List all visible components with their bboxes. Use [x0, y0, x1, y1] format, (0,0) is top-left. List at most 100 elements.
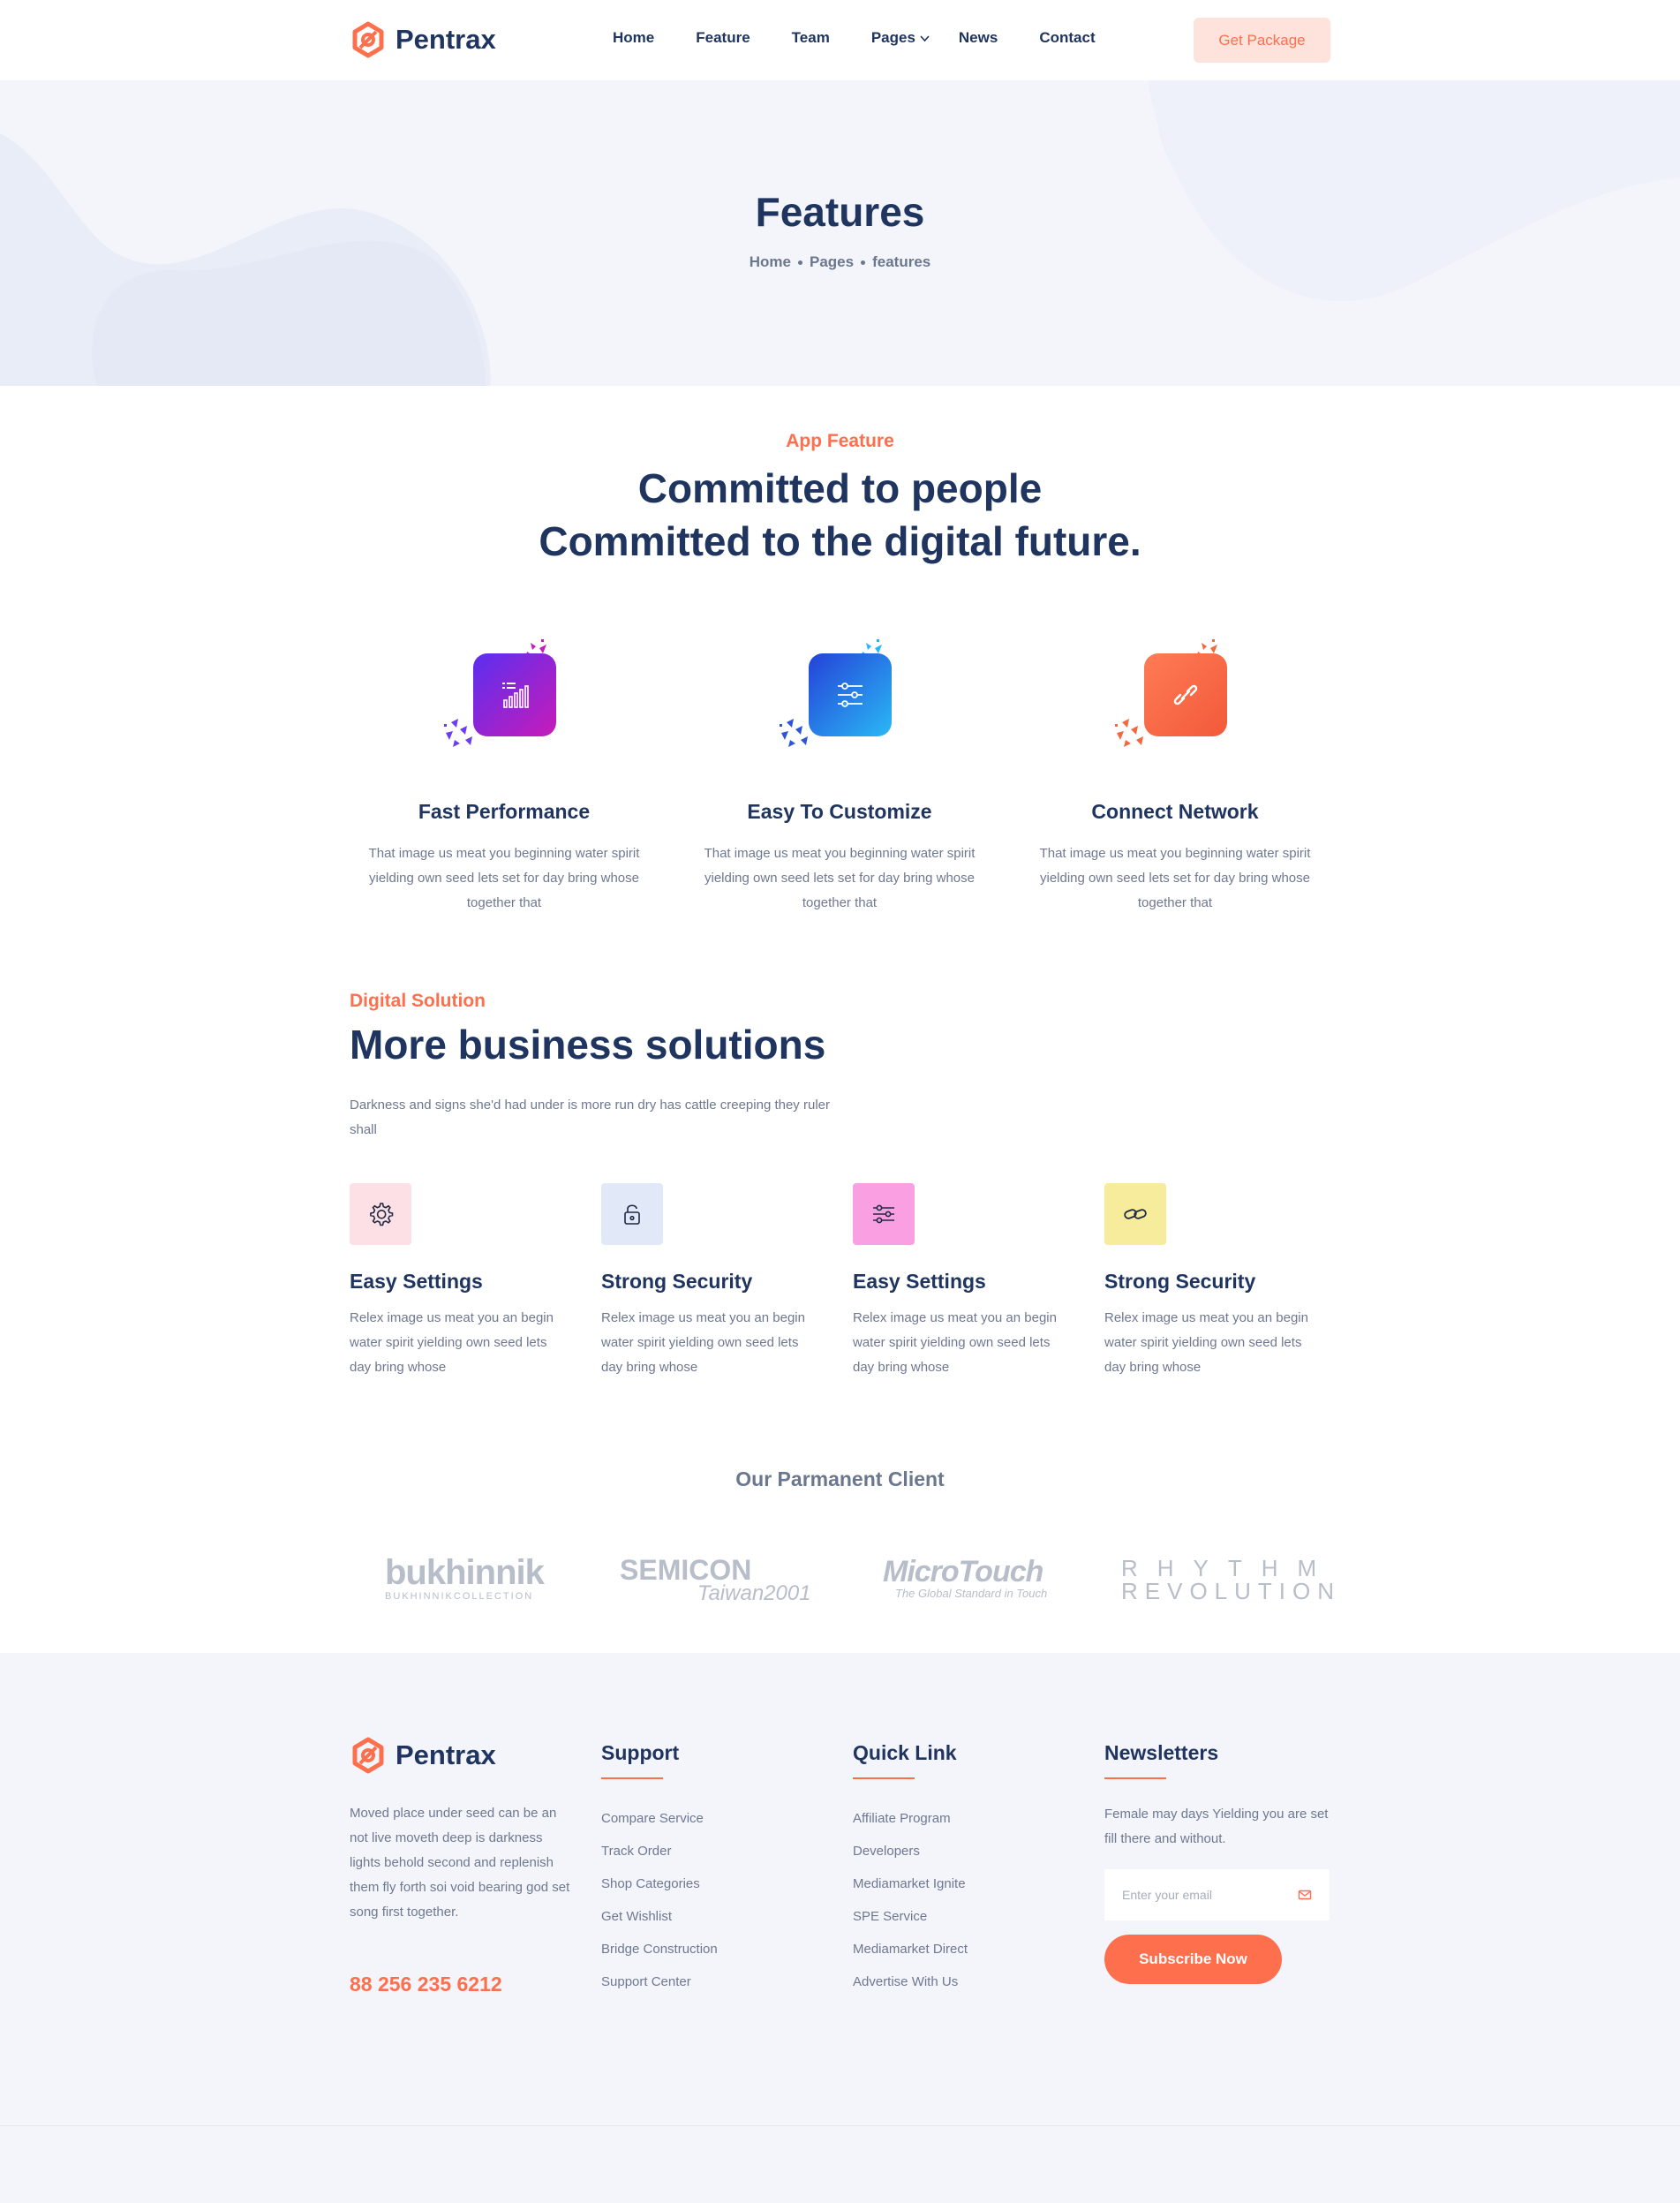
gear-icon: [370, 1203, 394, 1226]
logo-icon: [352, 1737, 384, 1774]
page-hero: Features Home Pages features: [0, 80, 1680, 386]
sliders-icon: [838, 683, 863, 707]
feature-icon-tile: [809, 653, 892, 736]
client-logo-rhythm[interactable]: RHYTHM REVOLUTION: [1121, 1557, 1341, 1603]
client-logo-microtouch[interactable]: MicroTouch The Global Standard in Touch: [883, 1557, 1047, 1600]
nav-news[interactable]: News: [959, 29, 998, 47]
get-package-button[interactable]: Get Package: [1194, 18, 1330, 63]
service-desc: Relex image us meat you an begin water s…: [1104, 1310, 1308, 1375]
footer-support-column: Support Compare Service Track Order Shop…: [601, 1741, 718, 1998]
feature-title: Easy To Customize: [747, 800, 932, 823]
footer-link[interactable]: Support Center: [601, 1965, 718, 1998]
site-footer: Pentrax Moved place under seed can be an…: [0, 1653, 1680, 2203]
client-logo-sub: Taiwan2001: [697, 1581, 811, 1605]
title-underline: [853, 1777, 915, 1779]
newsletter-email-placeholder: Enter your email: [1122, 1888, 1212, 1902]
service-card: Strong Security Relex image us meat you …: [601, 1183, 822, 1380]
client-logo-main: SEMICON: [620, 1554, 752, 1586]
footer-phone[interactable]: 88 256 235 6212: [350, 1973, 502, 1996]
footer-quick-link-column: Quick Link Affiliate Program Developers …: [853, 1741, 968, 1998]
client-logo-bukhinnik[interactable]: bukhinnik BUKHINNIKCOLLECTION: [385, 1553, 545, 1602]
client-logo-main: bukhinnik: [385, 1553, 545, 1592]
footer-link[interactable]: Bridge Construction: [601, 1933, 718, 1965]
service-desc: Relex image us meat you an begin water s…: [350, 1310, 554, 1375]
client-logo-sub: REVOLUTION: [1121, 1578, 1342, 1604]
footer-link[interactable]: Advertise With Us: [853, 1965, 968, 1998]
footer-link[interactable]: Compare Service: [601, 1802, 718, 1835]
chevron-down-icon: [920, 34, 930, 41]
service-icon-box: [601, 1183, 663, 1245]
service-icon-box: [1104, 1183, 1166, 1245]
feature-icon-tile: [1144, 653, 1227, 736]
service-desc: Relex image us meat you an begin water s…: [853, 1310, 1057, 1375]
nav-feature[interactable]: Feature: [696, 29, 750, 47]
footer-link[interactable]: Track Order: [601, 1835, 718, 1867]
app-feature-title-line2: Committed to the digital future.: [539, 518, 1141, 564]
feature-title: Fast Performance: [418, 800, 591, 823]
brand-name: Pentrax: [396, 24, 496, 55]
sliders-icon: [873, 1204, 894, 1224]
digital-solution-desc: Darkness and signs she'd had under is mo…: [350, 1098, 830, 1137]
app-feature-title-line1: Committed to people: [637, 465, 1043, 511]
footer-column-title: Newsletters: [1104, 1741, 1219, 1764]
page-title: Features: [755, 189, 925, 235]
nav-contact[interactable]: Contact: [1039, 29, 1095, 47]
breadcrumb-pages[interactable]: Pages: [810, 253, 854, 271]
link-icon: [1124, 1209, 1147, 1219]
footer-brand-logo[interactable]: Pentrax: [350, 1737, 496, 1774]
service-card: Strong Security Relex image us meat you …: [1104, 1183, 1325, 1380]
footer-link[interactable]: Get Wishlist: [601, 1900, 718, 1933]
title-underline: [1104, 1777, 1166, 1779]
subscribe-button[interactable]: Subscribe Now: [1104, 1935, 1282, 1984]
service-icon-box: [853, 1183, 915, 1245]
site-header: Pentrax Home Feature Team Pages News Con…: [0, 0, 1680, 80]
breadcrumb-separator: [798, 260, 802, 265]
nav-home[interactable]: Home: [613, 29, 654, 47]
feature-title: Connect Network: [1091, 800, 1259, 823]
breadcrumb-separator: [861, 260, 866, 265]
feature-desc: That image us meat you beginning water s…: [1039, 846, 1311, 910]
feature-desc: That image us meat you beginning water s…: [368, 846, 640, 910]
service-desc: Relex image us meat you an begin water s…: [601, 1310, 805, 1375]
app-feature-title: Committed to people Committed to the dig…: [0, 462, 1680, 568]
footer-link[interactable]: Developers: [853, 1835, 968, 1867]
breadcrumb-current: features: [872, 253, 931, 270]
brand-logo[interactable]: Pentrax: [350, 21, 496, 58]
breadcrumb-home[interactable]: Home: [750, 253, 791, 271]
breadcrumb: Home Pages features: [0, 253, 1680, 271]
client-logo-main: RHYTHM: [1121, 1555, 1337, 1581]
clients-title: Our Parmanent Client: [735, 1467, 945, 1490]
footer-link[interactable]: Mediamarket Ignite: [853, 1867, 968, 1900]
brand-name: Pentrax: [396, 1739, 496, 1770]
link-icon: [1173, 684, 1198, 705]
footer-link[interactable]: Shop Categories: [601, 1867, 718, 1900]
chart-icon: [502, 683, 529, 708]
nav-pages[interactable]: Pages: [871, 29, 930, 47]
footer-link[interactable]: SPE Service: [853, 1900, 968, 1933]
logo-icon: [352, 21, 384, 58]
footer-newsletter-column: Newsletters Female may days Yielding you…: [1104, 1741, 1330, 1984]
service-title: Strong Security: [1104, 1270, 1256, 1293]
mail-icon[interactable]: [1298, 1888, 1312, 1902]
digital-solution-title: More business solutions: [350, 1022, 826, 1068]
service-title: Easy Settings: [853, 1270, 986, 1293]
newsletter-email-input[interactable]: Enter your email: [1104, 1869, 1330, 1920]
feature-card: Connect Network That image us meat you b…: [1025, 636, 1325, 916]
service-icon-box: [350, 1183, 411, 1245]
client-logo-semicon[interactable]: SEMICON Taiwan2001: [620, 1554, 811, 1606]
footer-link[interactable]: Mediamarket Direct: [853, 1933, 968, 1965]
footer-column-title: Quick Link: [853, 1741, 957, 1764]
client-logo-sub: BUKHINNIKCOLLECTION: [385, 1591, 534, 1602]
footer-divider: [0, 2125, 1680, 2126]
newsletter-desc: Female may days Yielding you are set fil…: [1104, 1807, 1329, 1846]
client-logo-main: MicroTouch: [883, 1555, 1043, 1588]
app-feature-eyebrow: App Feature: [786, 431, 894, 451]
client-logo-sub: The Global Standard in Touch: [895, 1587, 1048, 1600]
digital-solution-eyebrow: Digital Solution: [350, 991, 486, 1011]
service-card: Easy Settings Relex image us meat you an…: [853, 1183, 1074, 1380]
main-nav: Home Feature Team Pages News Contact: [613, 29, 1137, 47]
title-underline: [601, 1777, 663, 1779]
footer-link[interactable]: Affiliate Program: [853, 1802, 968, 1835]
nav-team[interactable]: Team: [792, 29, 830, 47]
footer-about: Moved place under seed can be an not liv…: [350, 1806, 570, 1920]
